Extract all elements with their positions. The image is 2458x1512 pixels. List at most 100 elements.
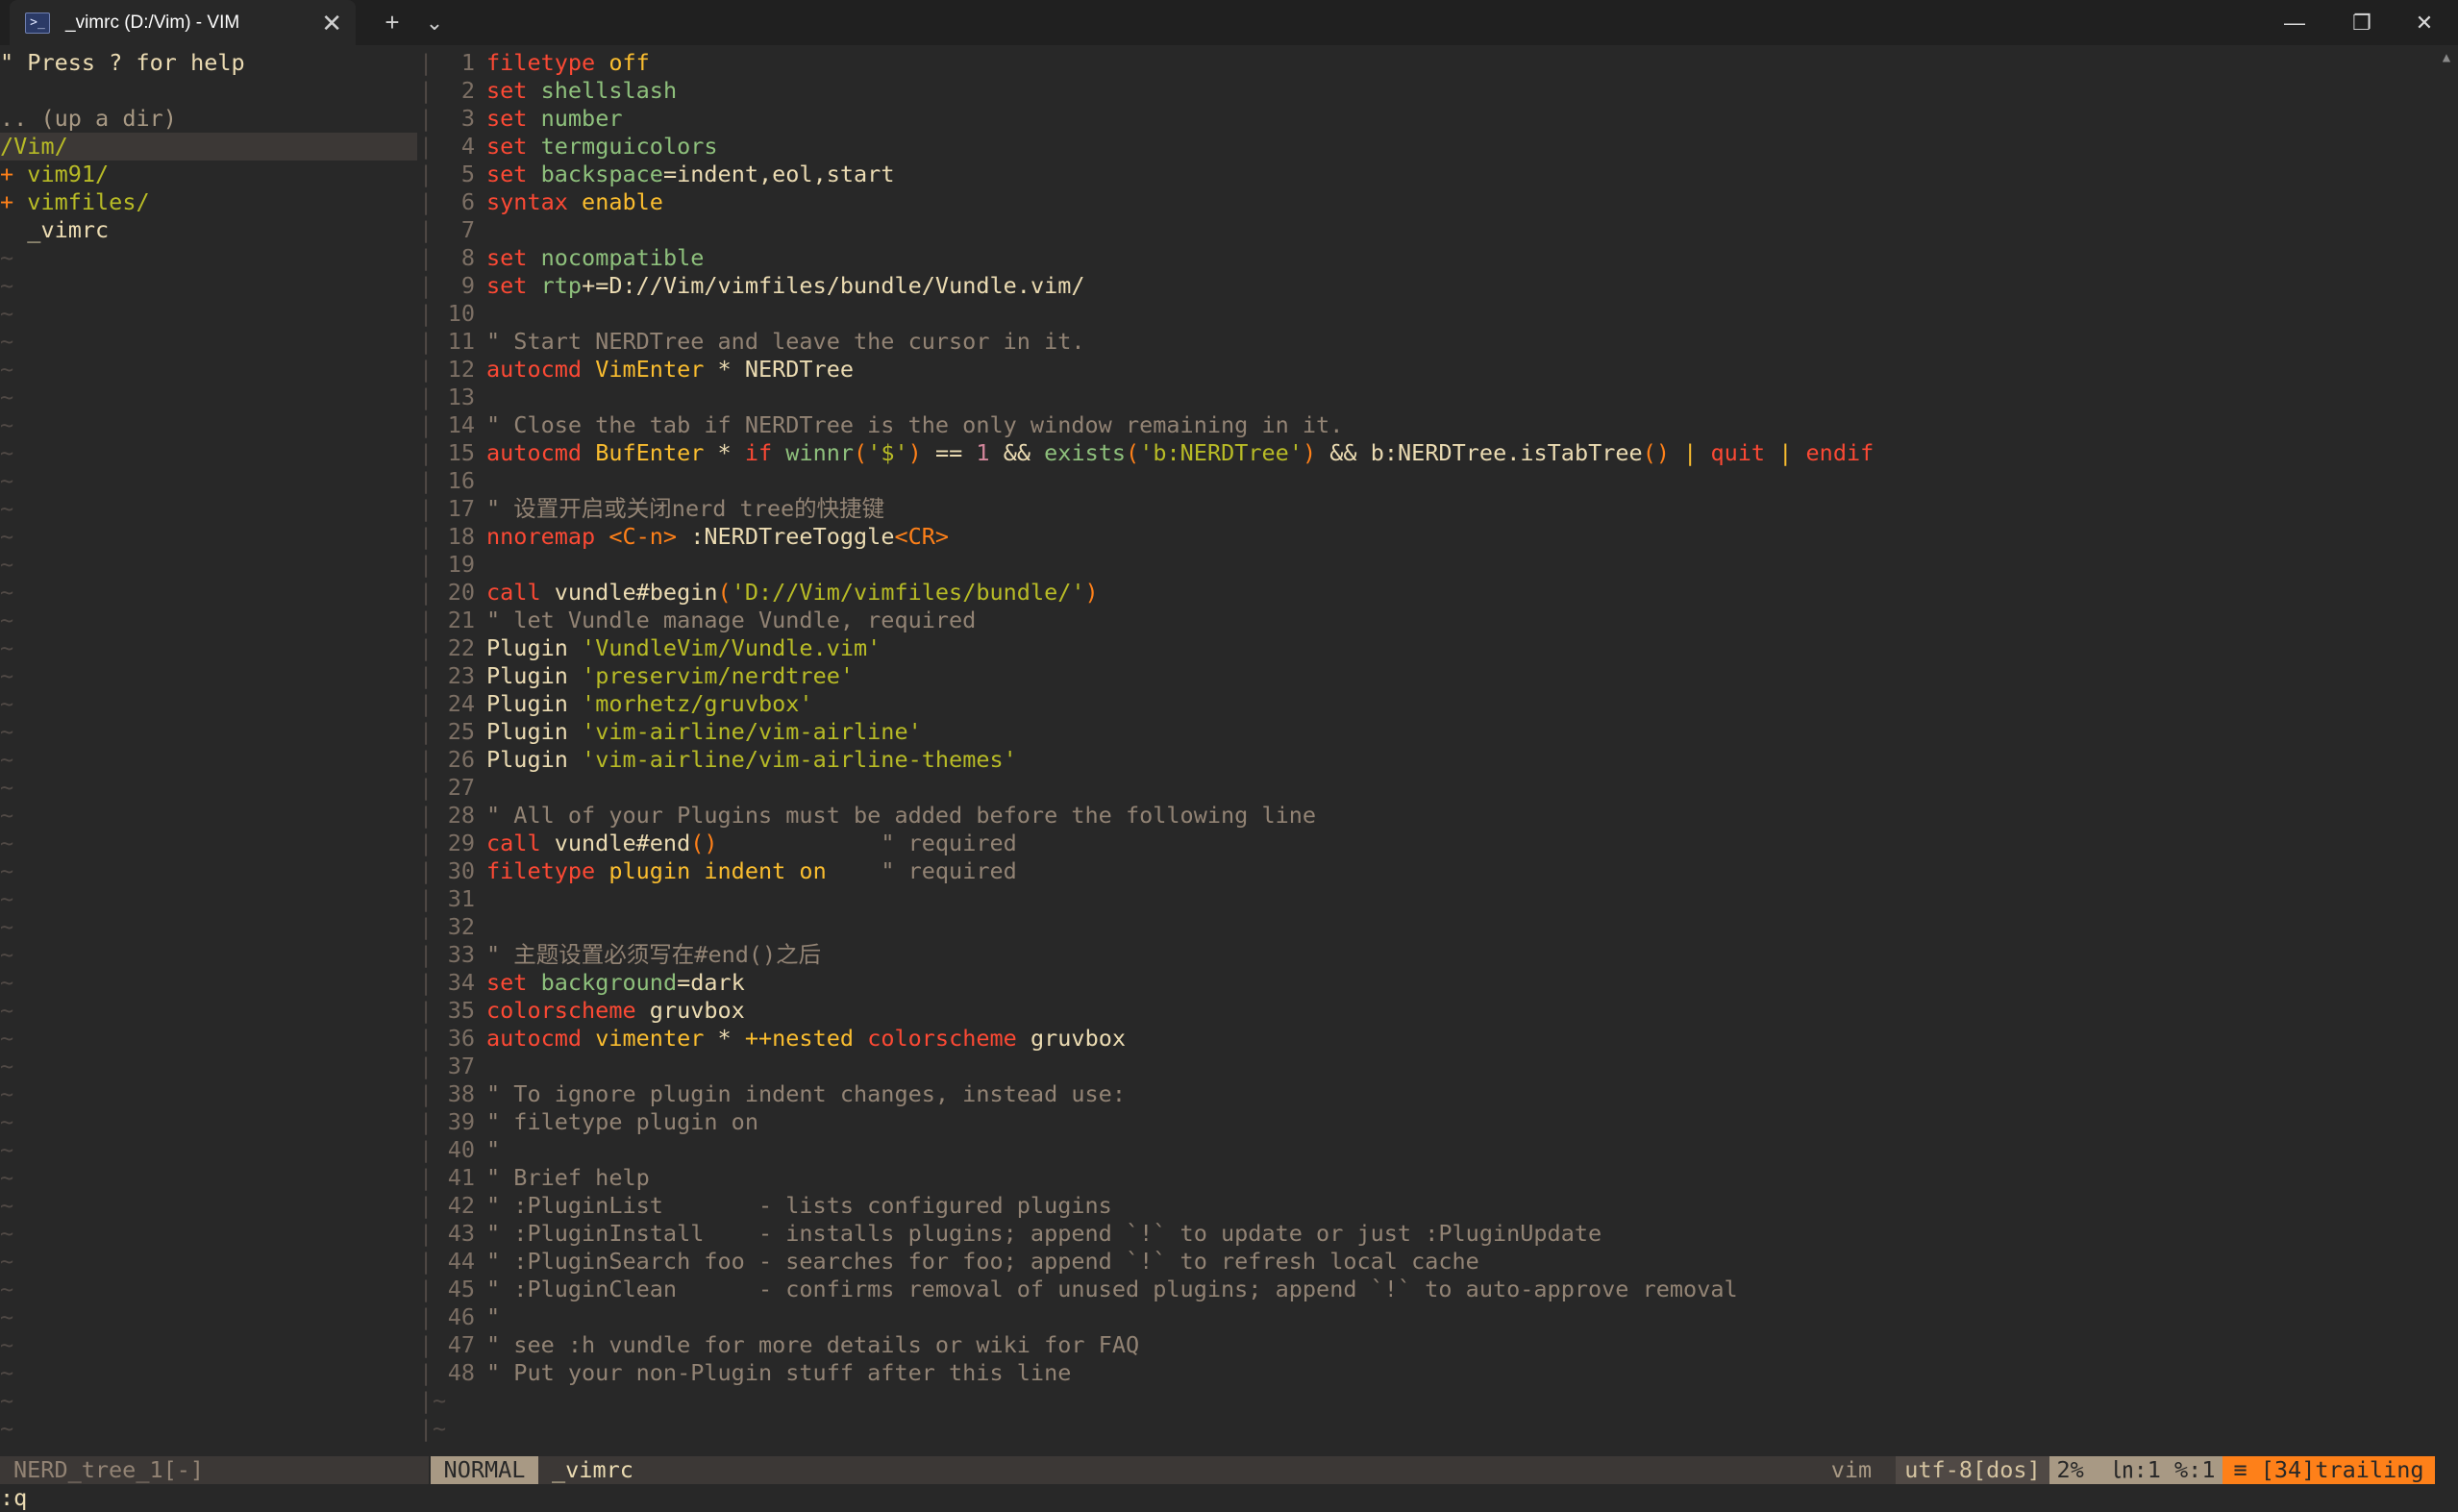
code-line[interactable]: 12 autocmd VimEnter * NERDTree: [433, 356, 854, 384]
line-number: 27: [447, 774, 475, 801]
tree-up-dir[interactable]: .. (up a dir): [0, 105, 417, 133]
code-token: 1: [976, 439, 990, 466]
code-line[interactable]: 23 Plugin 'preservim/nerdtree': [433, 662, 854, 690]
command-line[interactable]: :q: [0, 1484, 27, 1512]
expand-marker[interactable]: +: [0, 161, 27, 187]
code-line[interactable]: 15 autocmd BufEnter * if winnr('$') == 1 …: [433, 439, 1875, 467]
tree-node[interactable]: _vimrc: [0, 216, 417, 244]
code-token: (: [1126, 439, 1140, 466]
terminal-tab[interactable]: >_ _vimrc (D:/Vim) - VIM ✕: [10, 0, 356, 45]
tree-node[interactable]: + vim91/: [0, 161, 417, 188]
code-line[interactable]: 32: [433, 913, 486, 941]
code-line[interactable]: 8 set nocompatible: [433, 244, 705, 272]
line-number: 15: [447, 439, 475, 466]
code-line[interactable]: 13: [433, 384, 486, 411]
code-line[interactable]: 31: [433, 885, 486, 913]
code-token: *: [704, 1025, 745, 1052]
code-token: " :PluginSearch foo - searches for foo; …: [486, 1248, 1479, 1275]
close-window-button[interactable]: ✕: [2391, 0, 2458, 45]
code-token: Plugin: [486, 718, 583, 745]
code-line[interactable]: 41 " Brief help: [433, 1164, 650, 1192]
code-line[interactable]: 3 set number: [433, 105, 623, 133]
code-token: endif: [1805, 439, 1875, 466]
separator-bar: |: [419, 913, 434, 940]
code-line[interactable]: 17 " 设置开启或关闭nerd tree的快捷键: [433, 495, 884, 523]
terminal-area[interactable]: " Press ? for help.. (up a dir)/Vim/+ vi…: [0, 45, 2458, 1511]
code-token: syntax: [486, 188, 568, 215]
code-line[interactable]: 38 " To ignore plugin indent changes, ins…: [433, 1080, 1126, 1108]
code-line[interactable]: 5 set backspace=indent,eol,start: [433, 161, 895, 188]
code-line[interactable]: 26 Plugin 'vim-airline/vim-airline-themes…: [433, 746, 1017, 774]
line-number: 13: [447, 384, 475, 410]
code-line[interactable]: 37: [433, 1053, 486, 1080]
code-line[interactable]: 29 call vundle#end() " required: [433, 830, 1017, 857]
separator-bar: |: [419, 997, 434, 1024]
code-line[interactable]: 21 " let Vundle manage Vundle, required: [433, 607, 977, 634]
code-token: colorscheme: [486, 997, 636, 1024]
code-line[interactable]: 39 " filetype plugin on: [433, 1108, 758, 1136]
code-line[interactable]: 42 " :PluginList - lists configured plugi…: [433, 1192, 1112, 1220]
code-line[interactable]: 9 set rtp+=D://Vim/vimfiles/bundle/Vundle…: [433, 272, 1085, 300]
code-token: Plugin: [486, 690, 583, 717]
code-line[interactable]: 20 call vundle#begin('D://Vim/vimfiles/bu…: [433, 579, 1099, 607]
minimize-button[interactable]: —: [2261, 0, 2328, 45]
code-token: " 设置开启或关闭nerd tree的快捷键: [486, 495, 885, 522]
code-line[interactable]: 36 autocmd vimenter * ++nested colorschem…: [433, 1025, 1126, 1053]
code-line[interactable]: 11 " Start NERDTree and leave the cursor …: [433, 328, 1085, 356]
code-token: |: [1778, 439, 1793, 466]
tab-title: _vimrc (D:/Vim) - VIM: [65, 12, 240, 33]
code-line[interactable]: 19: [433, 551, 486, 579]
code-line[interactable]: 18 nnoremap <C-n> :NERDTreeToggle<CR>: [433, 523, 949, 551]
code-line[interactable]: 22 Plugin 'VundleVim/Vundle.vim': [433, 634, 881, 662]
code-line[interactable]: 14 " Close the tab if NERDTree is the onl…: [433, 411, 1344, 439]
code-token: call: [486, 830, 541, 856]
code-line[interactable]: 35 colorscheme gruvbox: [433, 997, 745, 1025]
code-line[interactable]: 40 ": [433, 1136, 500, 1164]
code-line[interactable]: 47 " see :h vundle for more details or wi…: [433, 1331, 1139, 1359]
expand-marker[interactable]: [0, 216, 27, 243]
code-line[interactable]: 34 set background=dark: [433, 969, 745, 997]
code-line[interactable]: 24 Plugin 'morhetz/gruvbox': [433, 690, 813, 718]
scroll-up-icon[interactable]: ▲: [2438, 50, 2455, 65]
separator-bar: |: [419, 1080, 434, 1107]
empty-line-tilde: ~: [0, 384, 14, 410]
code-line[interactable]: 30 filetype plugin indent on " required: [433, 857, 1017, 885]
code-line[interactable]: 33 " 主题设置必须写在#end()之后: [433, 941, 821, 969]
empty-line-tilde: ~: [0, 1303, 14, 1330]
empty-line-tilde: ~: [0, 830, 14, 856]
code-line[interactable]: 45 " :PluginClean - confirms removal of u…: [433, 1276, 1738, 1303]
expand-marker[interactable]: +: [0, 188, 27, 215]
separator-bar: |: [419, 662, 434, 689]
code-line[interactable]: 25 Plugin 'vim-airline/vim-airline': [433, 718, 922, 746]
code-line[interactable]: 27: [433, 774, 486, 802]
restore-button[interactable]: ❐: [2328, 0, 2396, 45]
empty-line-tilde: ~: [0, 1331, 14, 1358]
code-token: exists: [1044, 439, 1127, 466]
code-line[interactable]: 6 syntax enable: [433, 188, 663, 216]
separator-bar: |: [419, 495, 434, 522]
code-line[interactable]: 16: [433, 467, 486, 495]
code-line[interactable]: 7: [433, 216, 486, 244]
code-token: ": [486, 1136, 501, 1163]
scrollbar[interactable]: [2436, 45, 2458, 1411]
tree-node[interactable]: + vimfiles/: [0, 188, 417, 216]
code-line[interactable]: 44 " :PluginSearch foo - searches for foo…: [433, 1248, 1479, 1276]
code-line[interactable]: 48 " Put your non-Plugin stuff after this…: [433, 1359, 1072, 1387]
code-line[interactable]: 2 set shellslash: [433, 77, 677, 105]
code-line[interactable]: 10: [433, 300, 486, 328]
separator-bar: |: [419, 607, 434, 633]
code-line[interactable]: 4 set termguicolors: [433, 133, 718, 161]
tree-current-dir[interactable]: /Vim/: [0, 133, 417, 161]
code-line[interactable]: 1 filetype off: [433, 49, 650, 77]
code-line[interactable]: 28 " All of your Plugins must be added be…: [433, 802, 1316, 830]
separator-bar: |: [419, 384, 434, 410]
close-tab-icon[interactable]: ✕: [321, 11, 342, 36]
code-line[interactable]: 43 " :PluginInstall - installs plugins; a…: [433, 1220, 1601, 1248]
encoding-status: utf-8[dos]: [1896, 1456, 2049, 1484]
tab-dropdown-icon[interactable]: ⌄: [413, 0, 456, 45]
code-line[interactable]: 46 ": [433, 1303, 500, 1331]
code-token: gruvbox: [1016, 1025, 1127, 1052]
new-tab-button[interactable]: +: [371, 0, 413, 45]
